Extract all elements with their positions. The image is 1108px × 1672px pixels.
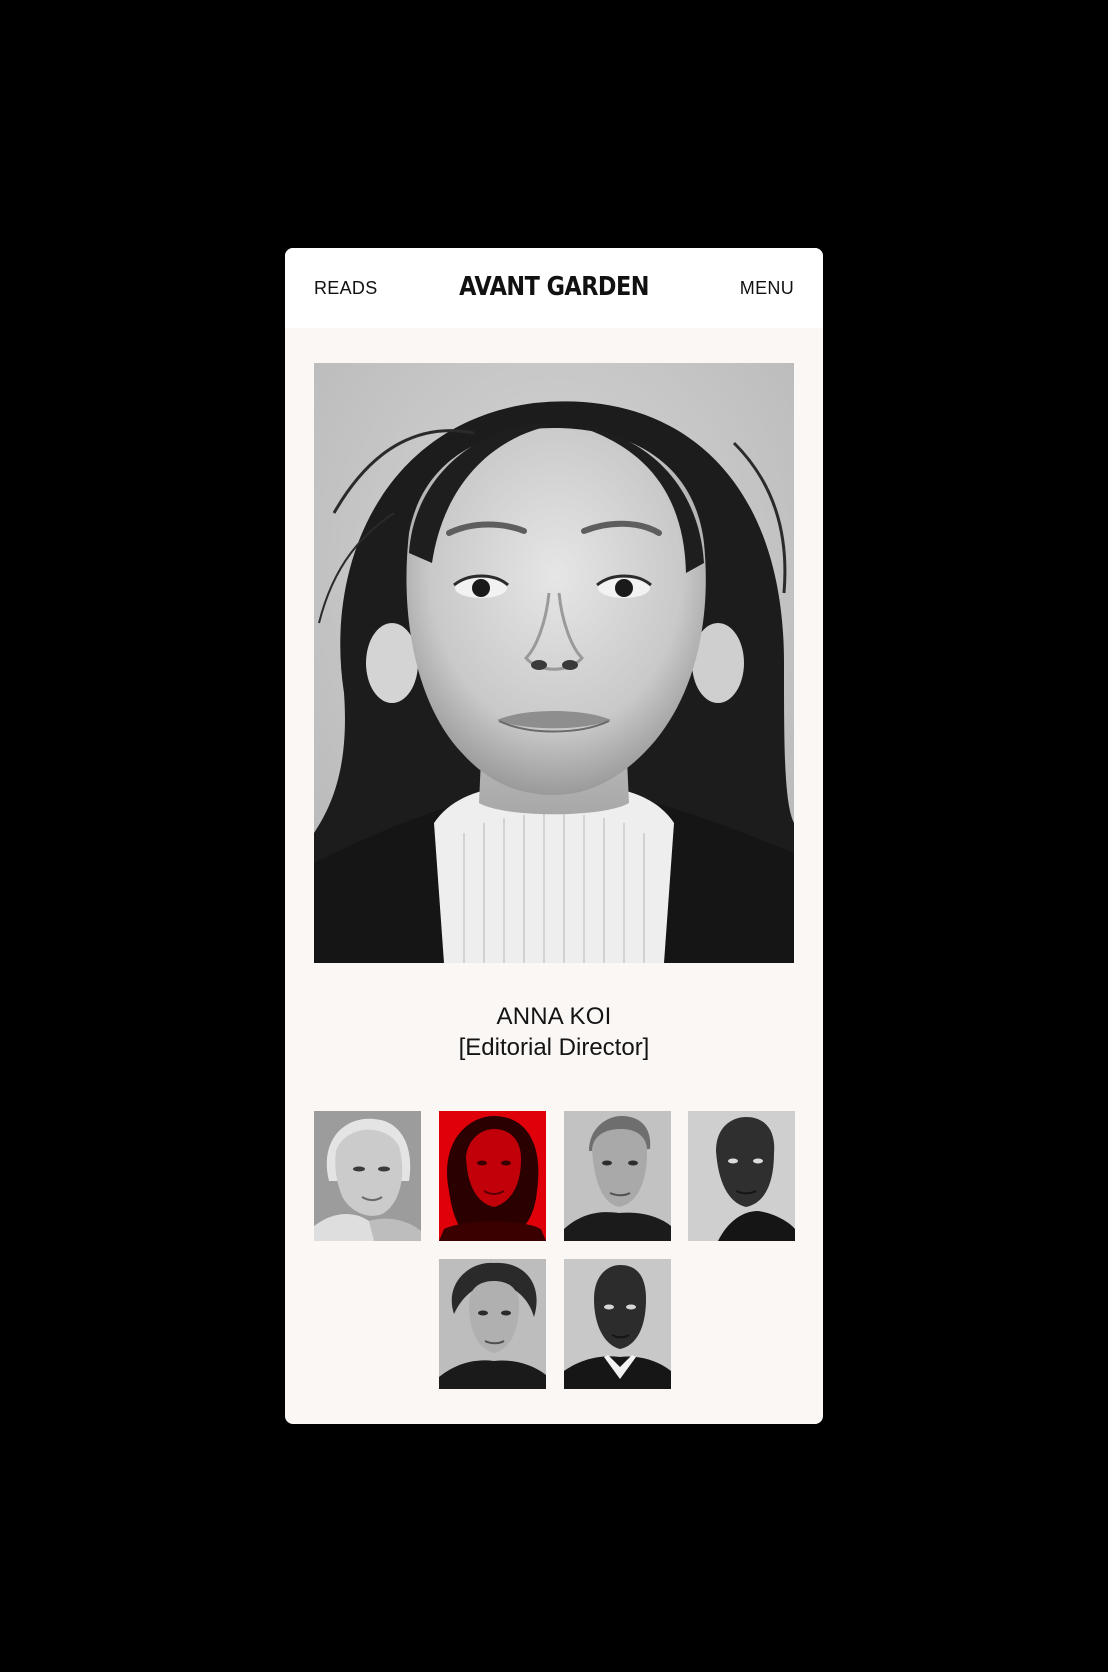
portrait-thumb-5[interactable]: [439, 1259, 546, 1389]
portrait-thumb-5-image: [439, 1259, 546, 1389]
hero-portrait-image: [314, 363, 794, 963]
portrait-thumb-1[interactable]: [314, 1111, 421, 1241]
portrait-thumb-3-image: [564, 1111, 671, 1241]
portrait-thumb-4-image: [688, 1111, 795, 1241]
portrait-thumb-2[interactable]: [439, 1111, 546, 1241]
portrait-thumb-1-image: [314, 1111, 421, 1241]
hero-portrait: [314, 363, 794, 963]
portrait-thumb-3[interactable]: [564, 1111, 671, 1241]
menu-button[interactable]: MENU: [740, 278, 794, 299]
portrait-thumb-6-image: [564, 1259, 671, 1389]
brand-logo[interactable]: AVANT GARDEN: [323, 272, 786, 302]
profile-role: [Editorial Director]: [458, 1034, 650, 1061]
app-card: READS AVANT GARDEN MENU ANNA KOI [Editor…: [285, 248, 823, 1424]
profile-caption: ANNA KOI [Editorial Director]: [285, 1002, 823, 1064]
profile-name: ANNA KOI: [496, 1003, 612, 1030]
portrait-thumb-6[interactable]: [564, 1259, 671, 1389]
top-nav: READS AVANT GARDEN MENU: [285, 248, 823, 328]
portrait-thumb-2-image: [439, 1111, 546, 1241]
portrait-thumb-4[interactable]: [688, 1111, 795, 1241]
